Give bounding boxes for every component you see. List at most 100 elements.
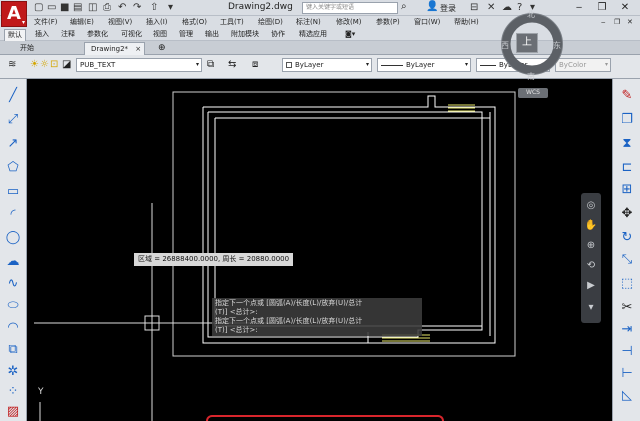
copy-icon[interactable]: ❐ [616,111,638,129]
linetype-dropdown[interactable]: ByLayer ▾ [377,58,471,72]
stretch-icon[interactable]: ⬚ [616,275,638,293]
menu-dimension[interactable]: 标注(N) [296,17,321,27]
point-icon[interactable]: ⁘ [3,383,23,401]
zoom-extents-icon[interactable]: ⊕ [584,239,598,253]
user-icon[interactable]: 👤 [426,1,438,12]
insert-block-icon[interactable]: ⧉ [3,341,23,359]
tab-visualize[interactable]: 可视化 [118,29,145,40]
trim-icon[interactable]: ✂ [616,299,638,317]
tab-parametric[interactable]: 参数化 [84,29,111,40]
join-icon[interactable]: ⊢ [616,365,638,383]
login-link[interactable]: 登录 [440,3,456,14]
tab-collaborate[interactable]: 协作 [268,29,288,40]
redo-icon[interactable]: ↷ [133,2,141,14]
menu-draw[interactable]: 绘图(D) [258,17,283,27]
dropdown-arrow-icon[interactable]: ▾ [168,2,173,14]
circle-icon[interactable]: ◯ [3,229,23,247]
array-icon[interactable]: ⊞ [616,181,638,199]
wcs-menu[interactable]: WCS [518,88,548,98]
menu-close-icon[interactable]: ✕ [627,17,633,27]
construction-line-icon[interactable]: ⤢ [3,111,23,129]
print-icon[interactable]: ⎙ [103,2,111,14]
viewcube-top-face[interactable]: 上 [516,33,538,53]
lock-icon[interactable]: ⊡ [50,59,58,71]
doc-tab-start[interactable]: 开始 [14,42,40,55]
color-dropdown[interactable]: ByLayer ▾ [282,58,372,72]
tab-output[interactable]: 输出 [202,29,222,40]
menu-window[interactable]: 窗口(W) [414,17,440,27]
showmotion-icon[interactable]: ▶ [584,279,598,293]
extend-icon[interactable]: ⇥ [616,321,638,339]
save-as-icon[interactable]: ▤ [73,2,82,14]
nav-bar-menu-icon[interactable]: ▾ [584,301,598,315]
doc-tab-drawing2[interactable]: Drawing2* × [84,42,146,55]
compass-south[interactable]: 南 [527,71,535,82]
ellipse-arc-icon[interactable]: ◠ [3,319,23,337]
tab-view[interactable]: 视图 [150,29,170,40]
tab-default[interactable]: 默认 [4,29,26,41]
compass-west[interactable]: 西 [501,40,509,51]
compass-east[interactable]: 东 [553,40,561,51]
make-current-icon[interactable]: ⧉ [207,59,214,71]
compass-north[interactable]: 北 [527,9,535,20]
scale-icon[interactable]: ⤡ [616,251,638,269]
erase-icon[interactable]: ✎ [616,87,638,105]
arc-icon[interactable]: ◜ [3,206,23,224]
menu-file[interactable]: 文件(F) [34,17,58,27]
tab-featured-apps[interactable]: 精选应用 [296,29,330,40]
menu-view[interactable]: 视图(V) [108,17,132,27]
hatch-icon[interactable]: ▨ [3,403,23,421]
exchange-icon[interactable]: ✕ [487,2,495,14]
chamfer-icon[interactable]: ◺ [616,387,638,405]
open-file-icon[interactable]: ▭ [47,2,56,14]
tab-addins[interactable]: 附加模块 [228,29,262,40]
polyline-icon[interactable]: ↗ [3,135,23,153]
new-tab-icon[interactable]: ⊕ [152,42,172,55]
rotate-icon[interactable]: ↻ [616,229,638,247]
tab-manage[interactable]: 管理 [176,29,196,40]
command-input[interactable] [206,415,444,421]
drawing-viewport[interactable] [28,80,612,421]
line-tool-icon[interactable]: ╱ [3,87,23,105]
revision-cloud-icon[interactable]: ☁ [3,253,23,271]
offset-icon[interactable]: ⊏ [616,159,638,177]
share-icon[interactable]: ⇧ [150,2,158,14]
ellipse-icon[interactable]: ⬭ [3,297,23,315]
polygon-icon[interactable]: ⬠ [3,159,23,177]
search-icon[interactable]: ⌕ [401,1,407,12]
tab-annotate[interactable]: 注释 [58,29,78,40]
search-input[interactable]: 键入关键字或短语 [302,2,398,14]
menu-edit[interactable]: 编辑(E) [70,17,94,27]
freeze-icon[interactable]: ☼ [40,59,49,71]
undo-icon[interactable]: ↶ [118,2,126,14]
menu-insert[interactable]: 插入(I) [146,17,168,27]
layer-previous-icon[interactable]: ⧈ [252,59,258,71]
menu-restore-icon[interactable]: ❐ [614,17,620,27]
tab-insert[interactable]: 插入 [32,29,52,40]
minimize-button[interactable]: ‒ [570,0,588,16]
menu-format[interactable]: 格式(O) [182,17,207,27]
steering-wheel-icon[interactable]: ◎ [584,199,598,213]
make-block-icon[interactable]: ✲ [3,363,23,381]
layer-color-icon[interactable]: ◪ [62,59,71,71]
restore-button[interactable]: ❐ [593,0,611,16]
menu-minimize-icon[interactable]: ‒ [601,17,605,27]
rectangle-icon[interactable]: ▭ [3,183,23,201]
move-icon[interactable]: ✥ [616,205,638,223]
close-button[interactable]: ✕ [616,0,634,16]
mirror-icon[interactable]: ⧗ [616,135,638,153]
match-layer-icon[interactable]: ⇆ [228,59,236,71]
menu-help[interactable]: 帮助(H) [454,17,479,27]
spline-icon[interactable]: ∿ [3,275,23,293]
break-icon[interactable]: ⊣ [616,343,638,361]
ribbon-toggle-icon[interactable]: ◙▾ [342,29,358,40]
orbit-icon[interactable]: ⟲ [584,259,598,273]
menu-modify[interactable]: 修改(M) [336,17,362,27]
menu-parametric[interactable]: 参数(P) [376,17,400,27]
save-icon[interactable]: ■ [60,2,69,14]
web-icon[interactable]: ◫ [88,2,97,14]
layer-dropdown[interactable]: PUB_TEXT ▾ [76,58,202,72]
pan-icon[interactable]: ✋ [584,219,598,233]
app-menu-button[interactable]: A ▾ [1,1,27,27]
light-bulb-icon[interactable]: ☀ [30,59,39,71]
